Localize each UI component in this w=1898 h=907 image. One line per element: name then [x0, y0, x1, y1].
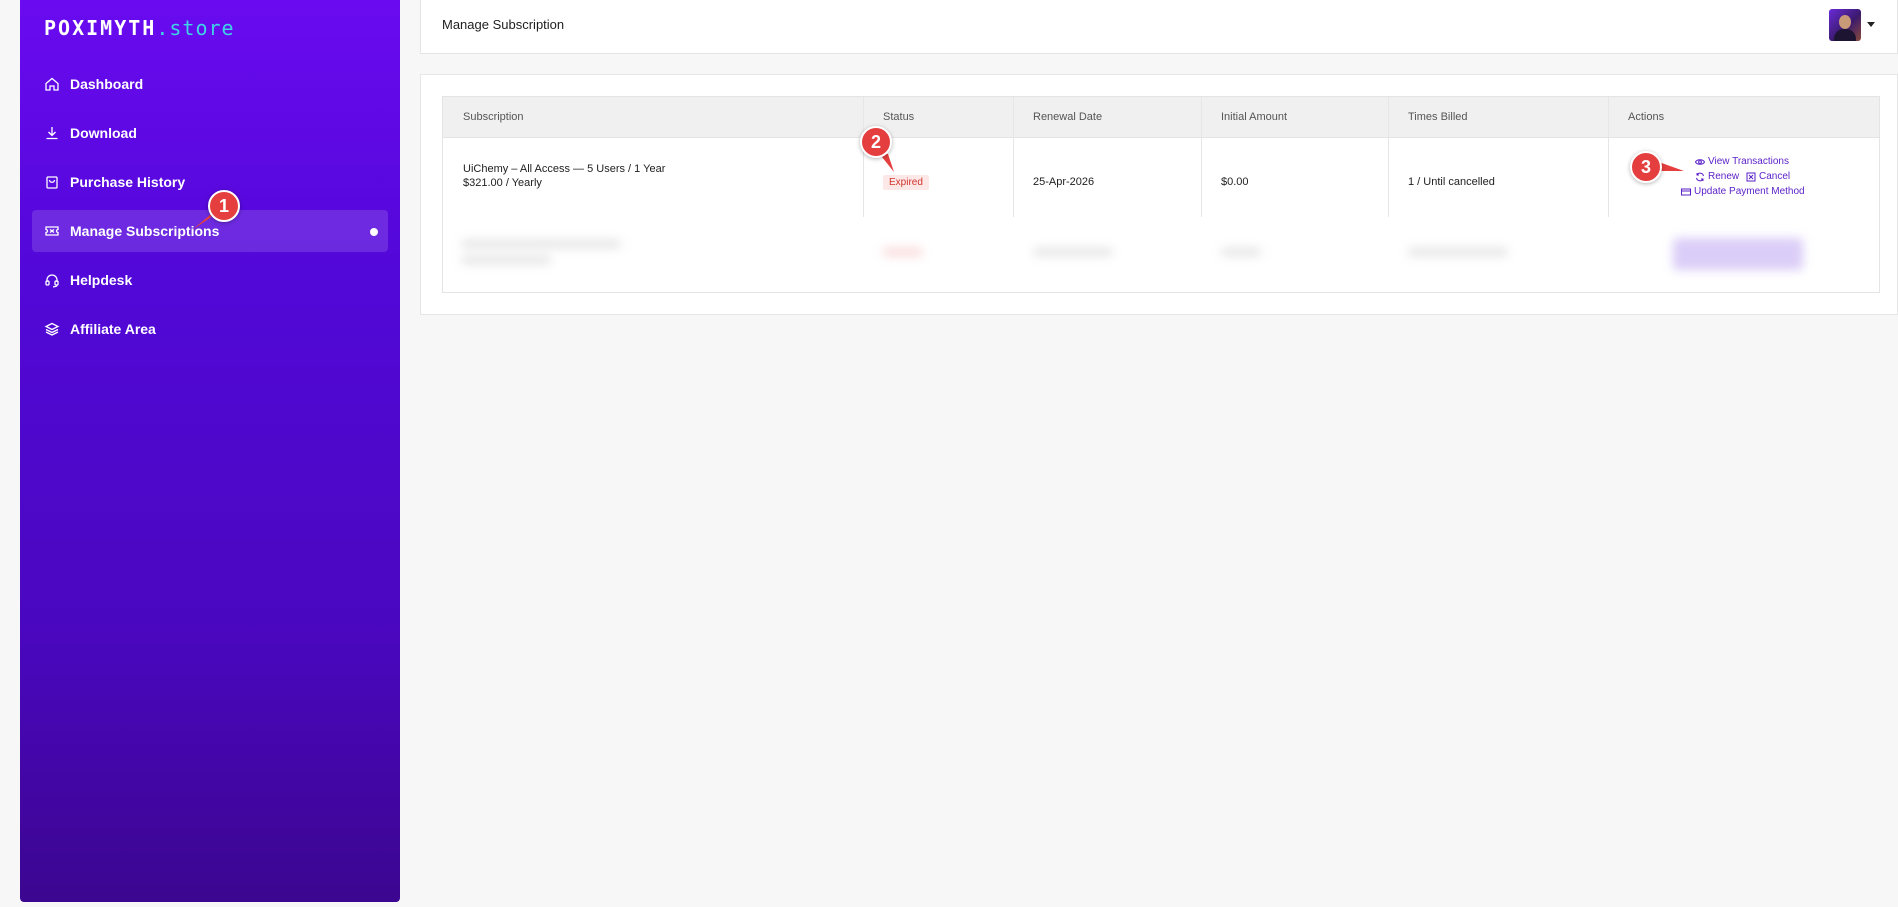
renew-label: Renew	[1708, 171, 1740, 182]
column-divider	[863, 97, 864, 217]
home-icon	[45, 77, 59, 91]
avatar-body	[1834, 29, 1856, 41]
top-bar: Manage Subscription	[420, 0, 1898, 54]
credit-card-icon	[1681, 188, 1691, 195]
renew-link[interactable]: Renew	[1695, 171, 1739, 182]
blurred-badge	[883, 248, 923, 256]
sidebar-item-label: Purchase History	[70, 174, 186, 190]
column-divider	[1201, 97, 1202, 217]
subscription-price: $321.00 / Yearly	[463, 177, 542, 189]
active-indicator-dot	[370, 228, 378, 236]
annotation-number: 2	[860, 126, 892, 158]
sidebar-item-download[interactable]: Download	[32, 112, 388, 154]
view-transactions-label: View Transactions	[1708, 156, 1789, 167]
sidebar: POXIMYTH.store Dashboard Download Purcha…	[20, 0, 400, 902]
user-avatar[interactable]	[1829, 9, 1861, 41]
update-payment-method-label: Update Payment Method	[1694, 186, 1805, 197]
close-box-icon	[1746, 172, 1756, 181]
subscriptions-card: Subscription Status Renewal Date Initial…	[420, 74, 1898, 315]
update-payment-method-link[interactable]: Update Payment Method	[1681, 186, 1805, 197]
eye-icon	[1695, 158, 1705, 165]
bag-icon	[46, 176, 58, 189]
blurred-text	[461, 240, 621, 248]
ticket-icon	[45, 226, 59, 236]
sidebar-item-label: Affiliate Area	[70, 321, 156, 337]
refresh-icon	[1696, 172, 1704, 181]
status-badge: Expired	[883, 175, 929, 190]
column-header-initial-amount: Initial Amount	[1221, 111, 1288, 123]
avatar-face	[1839, 15, 1851, 29]
blurred-text	[1033, 248, 1113, 256]
blurred-text	[1221, 248, 1261, 256]
renewal-date: 25-Apr-2026	[1033, 176, 1095, 188]
times-billed: 1 / Until cancelled	[1408, 176, 1495, 188]
column-divider	[1388, 97, 1389, 217]
blurred-text	[461, 256, 551, 264]
blurred-table-row	[443, 218, 1879, 293]
column-header-renewal-date: Renewal Date	[1033, 111, 1103, 123]
column-divider	[1608, 97, 1609, 217]
column-header-actions: Actions	[1628, 111, 1665, 123]
sidebar-item-label: Dashboard	[70, 76, 144, 92]
brand-logo[interactable]: POXIMYTH.store	[44, 16, 235, 40]
headset-icon	[45, 274, 59, 288]
sidebar-item-label: Helpdesk	[70, 272, 133, 288]
subscriptions-table: Subscription Status Renewal Date Initial…	[442, 96, 1880, 293]
view-transactions-link[interactable]: View Transactions	[1695, 156, 1789, 167]
brand-name: POXIMYTH	[44, 16, 157, 40]
layers-icon	[44, 322, 60, 336]
page-title: Manage Subscription	[442, 17, 565, 32]
annotation-number: 1	[208, 190, 240, 222]
brand-ext: .store	[156, 16, 235, 40]
download-icon	[46, 127, 58, 140]
caret-down-icon[interactable]	[1867, 22, 1875, 27]
annotation-number: 3	[1630, 151, 1662, 183]
blurred-button	[1673, 238, 1803, 270]
initial-amount: $0.00	[1221, 176, 1249, 188]
sidebar-item-helpdesk[interactable]: Helpdesk	[32, 259, 388, 301]
cancel-link[interactable]: Cancel	[1746, 171, 1790, 182]
column-divider	[1013, 97, 1014, 217]
column-header-subscription: Subscription	[463, 111, 524, 123]
blurred-text	[1408, 248, 1508, 256]
sidebar-item-affiliate-area[interactable]: Affiliate Area	[32, 308, 388, 350]
sidebar-item-label: Download	[70, 125, 137, 141]
cancel-label: Cancel	[1759, 171, 1791, 182]
table-header: Subscription Status Renewal Date Initial…	[443, 97, 1879, 138]
column-header-times-billed: Times Billed	[1408, 111, 1468, 123]
sidebar-item-dashboard[interactable]: Dashboard	[32, 63, 388, 105]
subscription-name: UiChemy – All Access — 5 Users / 1 Year	[463, 163, 666, 175]
